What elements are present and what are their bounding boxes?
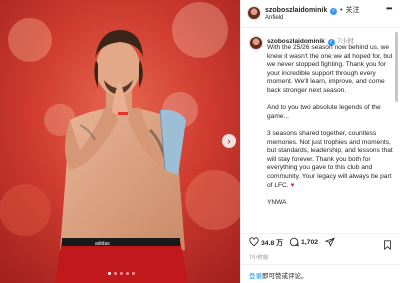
- action-bar: 34.8 万 1,702: [241, 233, 400, 251]
- caption-paragraph: And to you two absolute legends of the g…: [267, 104, 381, 120]
- comment-button[interactable]: 1,702: [289, 237, 318, 247]
- caption-paragraph: With the 25/26 season now behind us, we …: [267, 44, 393, 94]
- post-photo[interactable]: adidas ›: [0, 0, 240, 283]
- heart-emoji-icon: ♥: [290, 181, 295, 189]
- avatar[interactable]: [249, 36, 263, 50]
- photo-illustration: adidas: [0, 0, 240, 283]
- more-options-icon[interactable]: •••: [386, 4, 392, 13]
- separator-dot: •: [340, 7, 343, 14]
- caption-paragraph: YNWA: [267, 198, 287, 206]
- carousel-dot: [132, 272, 135, 275]
- carousel-dot: [108, 272, 111, 275]
- carousel-dot: [114, 272, 117, 275]
- comment-icon: [289, 237, 299, 247]
- share-button[interactable]: [325, 237, 337, 247]
- login-prompt: 登录即可赞或评论。: [241, 264, 400, 283]
- login-link[interactable]: 登录: [249, 273, 262, 280]
- post-panel: szoboszlaidominik ✓ • 关注 Anfield ••• szo…: [240, 0, 400, 283]
- follow-button[interactable]: 关注: [346, 7, 360, 14]
- comments-count: 1,702: [301, 238, 319, 246]
- verified-badge-icon: ✓: [330, 8, 338, 15]
- username-link[interactable]: szoboszlaidominik: [265, 7, 327, 14]
- chevron-right-icon: ›: [227, 136, 231, 146]
- location-link[interactable]: Anfield: [265, 15, 283, 21]
- caption-text: With the 25/26 season now behind us, we …: [267, 44, 393, 216]
- carousel-dot: [120, 272, 123, 275]
- caption-section: szoboszlaidominik ✓ 7小时 With the 25/26 s…: [241, 30, 400, 230]
- like-button[interactable]: 34.8 万: [249, 237, 283, 247]
- post-date: 7小时前: [249, 255, 269, 261]
- caption-paragraph: 3 seasons shared together, countless mem…: [267, 129, 393, 189]
- carousel-next-button[interactable]: ›: [222, 134, 236, 148]
- scrollbar[interactable]: [395, 32, 398, 102]
- carousel-dot: [126, 272, 129, 275]
- share-icon: [325, 237, 335, 247]
- save-button[interactable]: [383, 237, 392, 255]
- carousel-indicator: [108, 272, 135, 275]
- post-header: szoboszlaidominik ✓ • 关注 Anfield •••: [241, 0, 400, 28]
- svg-text:adidas: adidas: [95, 241, 110, 247]
- heart-icon: [249, 237, 259, 247]
- likes-count: 34.8 万: [261, 240, 283, 247]
- bookmark-icon: [384, 240, 391, 251]
- avatar[interactable]: [247, 6, 261, 20]
- login-prompt-text: 即可赞或评论。: [262, 273, 308, 280]
